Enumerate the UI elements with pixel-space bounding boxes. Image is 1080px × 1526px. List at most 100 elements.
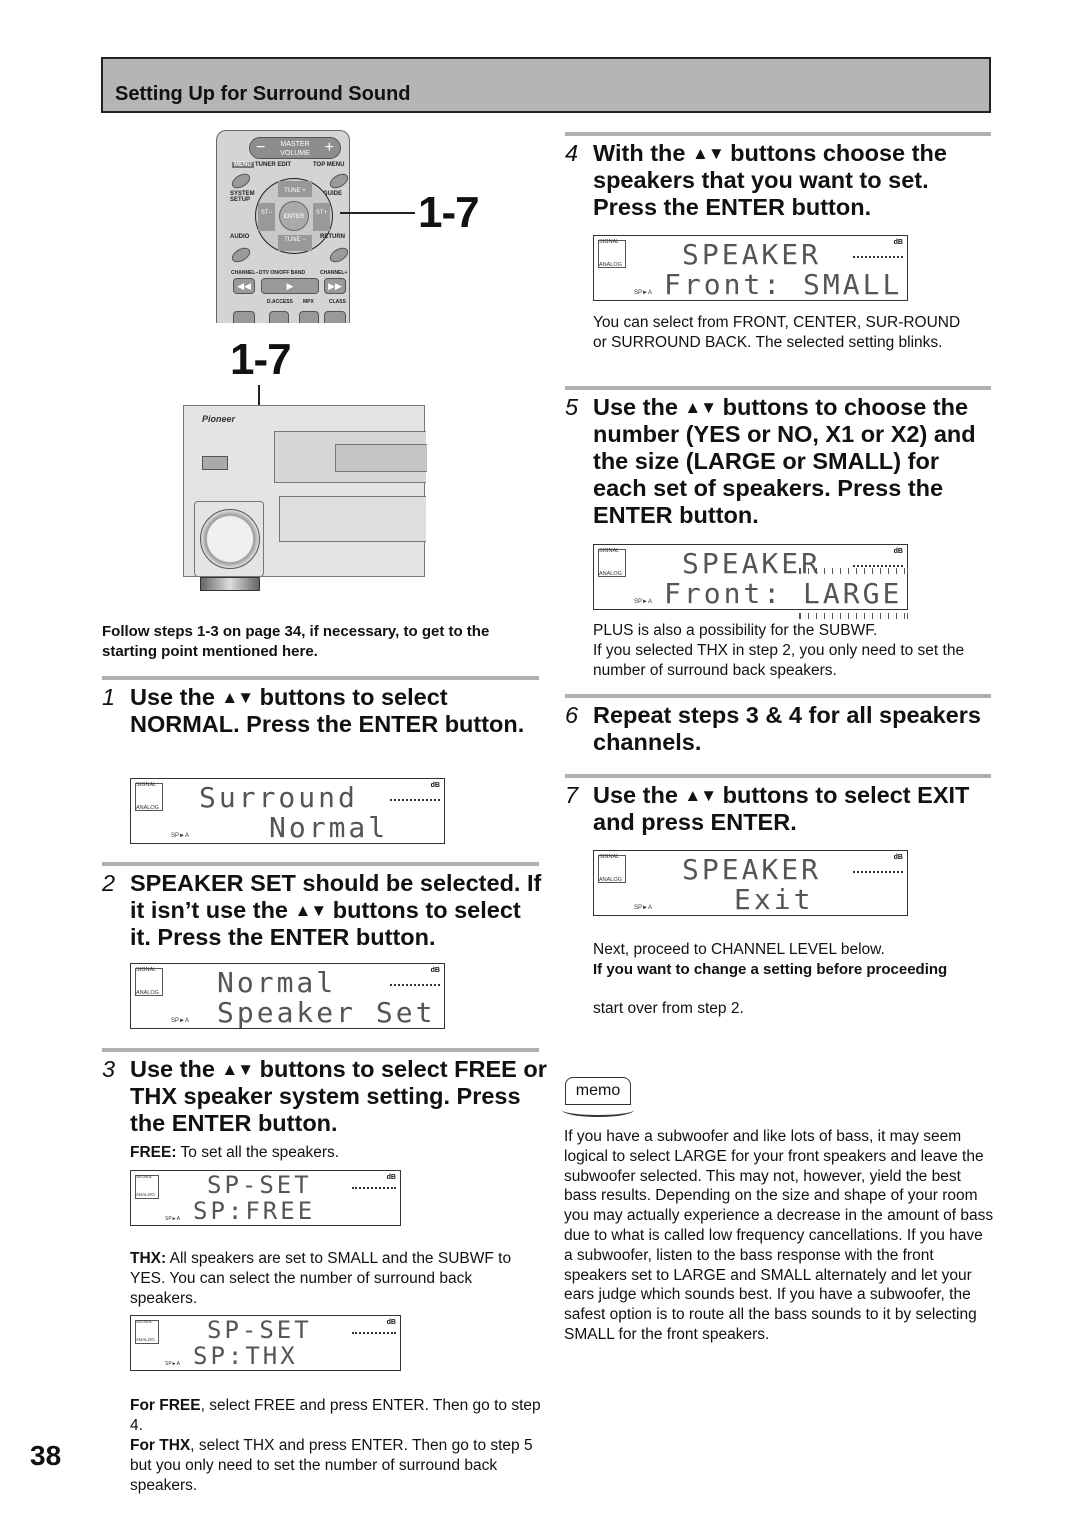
step-4-note: You can select from FRONT, CENTER, SUR-R… — [593, 314, 961, 351]
lcd-line-2: SP:THX — [193, 1342, 298, 1370]
for-thx-instruction: For THX, select THX and press ENTER. The… — [130, 1437, 533, 1494]
rewind-button: ◀◀ — [233, 278, 255, 294]
lcd-display-sp-free: SIGNAL ANALOG dB SP►A SP-SET SP:FREE — [130, 1170, 401, 1226]
d-access-label: D.ACCESS — [267, 299, 293, 305]
divider — [102, 862, 539, 866]
section-title: Setting Up for Surround Sound — [115, 83, 411, 105]
divider — [565, 132, 991, 136]
step-1-heading: 1 Use the ▲▼ buttons to select NORMAL. P… — [102, 684, 525, 737]
standby-button — [202, 456, 228, 470]
receiver-callout-label: 1-7 — [230, 335, 292, 384]
divider — [102, 1048, 539, 1052]
divider — [102, 676, 539, 680]
mpx-label: MPX — [303, 299, 314, 305]
step-7-note: Next, proceed to CHANNEL LEVEL below. — [593, 941, 885, 958]
direction-pad: TUNE + TUNE − ST− ST+ ENTER — [255, 178, 333, 254]
fast-forward-button: ▶▶ — [324, 278, 346, 294]
divider — [565, 386, 991, 390]
callout-leader-line — [340, 212, 415, 214]
play-button: ▶ — [261, 278, 319, 294]
lcd-display-step-2: SIGNAL ANALOG dB SP►A Normal Speaker Set — [130, 963, 445, 1029]
step-2-heading: 2 SPEAKER SET should be selected. If it … — [102, 870, 542, 950]
pioneer-logo: Pioneer — [202, 414, 236, 424]
tuner-edit-label: TUNER EDIT — [255, 162, 291, 168]
lcd-display-step-1: SIGNAL ANALOG dB SP►A Surround Normal — [130, 778, 445, 844]
step-6-heading: 6 Repeat steps 3 & 4 for all speakers ch… — [565, 702, 981, 755]
fl-display — [335, 444, 427, 472]
front-display-panel — [274, 431, 427, 483]
lcd-line-1: SP-SET — [207, 1316, 312, 1344]
intro-note: Follow steps 1-3 on page 34, if necessar… — [102, 623, 490, 660]
top-menu-button — [327, 170, 349, 192]
enter-button: ENTER — [279, 201, 309, 231]
up-down-arrows-icon: ▲▼ — [684, 786, 717, 805]
tune-plus-button: TUNE + — [278, 181, 312, 197]
st-plus-button: ST+ — [313, 203, 330, 231]
minus-icon: − — [256, 139, 266, 156]
lcd-line-1: SPEAKER — [682, 547, 822, 580]
step-7-heading: 7 Use the ▲▼ buttons to select EXIT and … — [565, 782, 970, 835]
lcd-line-1: Normal — [217, 966, 337, 999]
up-down-arrows-icon: ▲▼ — [692, 144, 725, 163]
up-down-arrows-icon: ▲▼ — [684, 398, 717, 417]
lcd-line-2: SP:FREE — [193, 1197, 316, 1225]
divider — [565, 774, 991, 778]
lcd-line-2: Front: LARGE — [664, 568, 909, 619]
step-5-heading: 5 Use the ▲▼ buttons to choose the numbe… — [565, 394, 976, 528]
master-volume-knob — [200, 509, 260, 569]
divider — [565, 694, 991, 698]
menu-label: MENU — [232, 162, 254, 168]
lcd-line-2: Front: SMALL — [664, 268, 903, 301]
page-number: 38 — [30, 1440, 62, 1471]
audio-button — [229, 244, 253, 266]
return-label: RETURN — [320, 234, 345, 240]
up-down-arrows-icon: ▲▼ — [294, 901, 328, 920]
menu-button — [229, 170, 253, 192]
plus-icon: + — [324, 139, 334, 156]
for-free-instruction: For FREE, select FREE and press ENTER. T… — [130, 1397, 541, 1434]
lcd-display-step-7: SIGNAL ANALOG dB SP►A SPEAKER Exit — [593, 850, 908, 916]
return-button — [327, 244, 349, 266]
lcd-display-sp-thx: SIGNAL ANALOG dB SP►A SP-SET SP:THX — [130, 1315, 401, 1371]
lcd-display-step-5: SIGNAL ANALOG dB SP►A SPEAKER Front: LARG… — [593, 544, 909, 619]
step-3-heading: 3 Use the ▲▼ buttons to select FREE or T… — [102, 1056, 547, 1136]
class-label: CLASS — [329, 299, 346, 305]
next-button — [324, 311, 346, 323]
step-7-note-after: start over from step 2. — [593, 1000, 744, 1017]
step-5-note: PLUS is also a possibility for the SUBWF… — [593, 622, 965, 679]
remote-callout-label: 1-7 — [418, 188, 480, 237]
prev-button — [233, 311, 255, 323]
audio-label: AUDIO — [230, 234, 250, 240]
pause-button — [269, 311, 289, 323]
step-4-heading: 4 With the ▲▼ buttons choose the speaker… — [565, 140, 947, 220]
master-volume-button: − MASTER VOLUME + — [249, 137, 341, 159]
lcd-line-1: SPEAKER — [682, 853, 822, 886]
up-down-arrows-icon: ▲▼ — [221, 1060, 254, 1079]
lcd-line-1: SPEAKER — [682, 238, 822, 271]
up-down-arrows-icon: ▲▼ — [221, 688, 254, 707]
tune-minus-button: TUNE − — [278, 235, 312, 251]
section-header: Setting Up for Surround Sound — [101, 57, 991, 113]
free-description: FREE: To set all the speakers. — [130, 1144, 340, 1161]
top-menu-label: TOP MENU — [313, 162, 345, 168]
lcd-line-2: Exit — [734, 883, 814, 916]
thx-description: THX: All speakers are set to SMALL and t… — [130, 1250, 512, 1307]
lcd-line-1: SP-SET — [207, 1171, 312, 1199]
memo-text: If you have a subwoofer and like lots of… — [564, 1128, 994, 1343]
memo-book-icon: memo — [562, 1077, 634, 1119]
control-button-panel — [279, 496, 426, 542]
receiver-illustration: Pioneer — [183, 405, 427, 577]
system-setup-label: SYSTEM SETUP — [230, 191, 255, 203]
blinking-value: LARGE — [799, 568, 909, 619]
channel-plus-label: CHANNEL+ — [320, 270, 348, 276]
lcd-line-2: Speaker Set — [217, 996, 436, 1029]
lcd-line-1: Surround — [199, 781, 358, 814]
channel-minus-label: CHANNEL− — [231, 270, 259, 276]
remote-control-illustration: − MASTER VOLUME + MENU TUNER EDIT TOP ME… — [216, 130, 350, 323]
step-7-bold-note: If you want to change a setting before p… — [593, 961, 948, 978]
lcd-display-step-4: SIGNAL ANALOG dB SP►A SPEAKER Front: SMAL… — [593, 235, 908, 301]
st-minus-button: ST− — [258, 203, 275, 231]
dtv-label: DTV ON/OFF BAND — [259, 270, 306, 276]
lcd-line-2: Normal — [269, 811, 389, 844]
receiver-foot — [200, 577, 260, 591]
